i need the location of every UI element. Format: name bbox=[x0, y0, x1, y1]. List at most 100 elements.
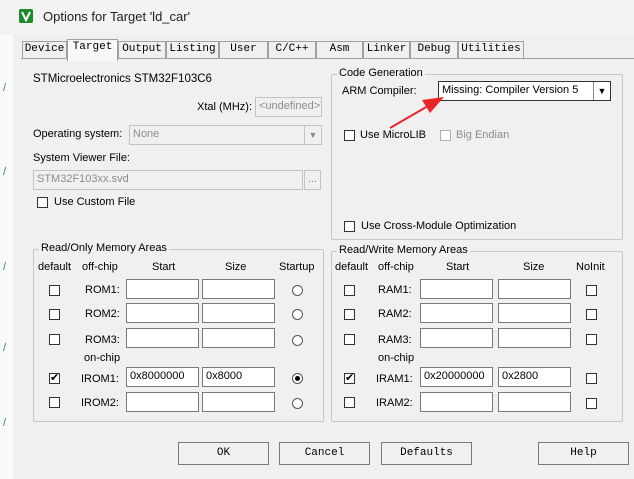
tab-label: Utilities bbox=[461, 43, 521, 55]
irom2-start-field[interactable] bbox=[126, 392, 199, 412]
irom1-startup-radio[interactable] bbox=[292, 373, 303, 384]
rom3-label: ROM3: bbox=[85, 334, 120, 346]
chevron-down-icon: ▼ bbox=[304, 126, 321, 144]
xtal-field[interactable]: <undefined> bbox=[255, 97, 322, 117]
svd-label: System Viewer File: bbox=[33, 152, 130, 164]
rom2-default-checkbox[interactable] bbox=[49, 309, 60, 320]
irom2-label: IROM2: bbox=[81, 397, 119, 409]
browse-button[interactable]: ... bbox=[304, 170, 321, 190]
ram2-label: RAM2: bbox=[378, 308, 412, 320]
irom1-default-checkbox[interactable] bbox=[49, 371, 60, 384]
ram1-default-checkbox[interactable] bbox=[344, 285, 355, 296]
ram1-size-field[interactable] bbox=[498, 279, 571, 299]
irom2-startup-radio[interactable] bbox=[292, 398, 303, 409]
ram1-start-field[interactable] bbox=[420, 279, 493, 299]
ram-header-size: Size bbox=[523, 261, 545, 273]
tab-user[interactable]: User bbox=[219, 41, 268, 59]
iram2-label: IRAM2: bbox=[376, 397, 413, 409]
rom1-default-checkbox[interactable] bbox=[49, 285, 60, 296]
iram2-default-checkbox[interactable] bbox=[344, 397, 355, 408]
group-title: Code Generation bbox=[337, 67, 425, 79]
iram2-noinit-checkbox[interactable] bbox=[586, 398, 597, 409]
ram-header-default: default bbox=[335, 261, 369, 273]
ram3-default-checkbox[interactable] bbox=[344, 334, 355, 345]
compiler-select[interactable]: Missing: Compiler Version 5 ▼ bbox=[438, 81, 611, 101]
ram3-start-field[interactable] bbox=[420, 328, 493, 348]
use-custom-file-checkbox[interactable] bbox=[37, 197, 48, 208]
group-title: Read/Only Memory Areas bbox=[39, 242, 169, 254]
rom3-startup-radio[interactable] bbox=[292, 335, 303, 346]
tab-label: Target bbox=[72, 41, 113, 53]
ram3-size-field[interactable] bbox=[498, 328, 571, 348]
ram2-size-field[interactable] bbox=[498, 303, 571, 323]
title-bar: Options for Target 'ld_car' bbox=[0, 0, 634, 34]
ram-header-noinit: NoInit bbox=[576, 261, 605, 273]
irom1-start-field[interactable]: 0x8000000 bbox=[126, 367, 199, 387]
irom1-label: IROM1: bbox=[81, 373, 119, 385]
rom3-size-field[interactable] bbox=[202, 328, 275, 348]
tab-label: Asm bbox=[329, 43, 350, 55]
rom2-size-field[interactable] bbox=[202, 303, 275, 323]
tab-target[interactable]: Target bbox=[67, 39, 118, 61]
big-endian-checkbox[interactable] bbox=[440, 130, 451, 141]
iram1-label: IRAM1: bbox=[376, 373, 413, 385]
rom2-label: ROM2: bbox=[85, 308, 120, 320]
irom2-default-checkbox[interactable] bbox=[49, 397, 60, 408]
rom3-start-field[interactable] bbox=[126, 328, 199, 348]
tab-debug[interactable]: Debug bbox=[410, 41, 458, 59]
cross-module-checkbox[interactable] bbox=[344, 221, 355, 232]
app-icon bbox=[19, 9, 33, 23]
ram1-noinit-checkbox[interactable] bbox=[586, 285, 597, 296]
tab-output[interactable]: Output bbox=[118, 41, 166, 59]
ram2-start-field[interactable] bbox=[420, 303, 493, 323]
compiler-value: Missing: Compiler Version 5 bbox=[442, 84, 579, 96]
tab-label: Output bbox=[122, 43, 162, 55]
tab-linker[interactable]: Linker bbox=[363, 41, 410, 59]
rom3-default-checkbox[interactable] bbox=[49, 334, 60, 345]
cancel-button[interactable]: Cancel bbox=[279, 442, 370, 465]
ram2-noinit-checkbox[interactable] bbox=[586, 309, 597, 320]
iram1-default-checkbox[interactable] bbox=[344, 371, 355, 384]
rom-header-offchip: off-chip bbox=[82, 261, 118, 273]
defaults-button[interactable]: Defaults bbox=[381, 442, 472, 465]
annotation-arrow-icon bbox=[389, 97, 444, 129]
rom1-label: ROM1: bbox=[85, 284, 120, 296]
ram3-noinit-checkbox[interactable] bbox=[586, 334, 597, 345]
ram2-default-checkbox[interactable] bbox=[344, 309, 355, 320]
iram1-start-field[interactable]: 0x20000000 bbox=[420, 367, 493, 387]
rom1-startup-radio[interactable] bbox=[292, 285, 303, 296]
rom-onchip-label: on-chip bbox=[84, 352, 121, 364]
tab-utilities[interactable]: Utilities bbox=[458, 41, 524, 59]
iram2-start-field[interactable] bbox=[420, 392, 493, 412]
os-select[interactable]: None ▼ bbox=[129, 125, 322, 145]
tab-label: Debug bbox=[417, 43, 451, 55]
help-button[interactable]: Help bbox=[538, 442, 629, 465]
tab-asm[interactable]: Asm bbox=[316, 41, 363, 59]
tab-device[interactable]: Device bbox=[22, 41, 67, 59]
gutter-mark: / bbox=[3, 261, 7, 273]
gutter-mark: / bbox=[3, 417, 7, 429]
iram1-noinit-checkbox[interactable] bbox=[586, 373, 597, 384]
irom2-size-field[interactable] bbox=[202, 392, 275, 412]
window-title: Options for Target 'ld_car' bbox=[43, 9, 191, 24]
rom1-start-field[interactable] bbox=[126, 279, 199, 299]
ok-button[interactable]: OK bbox=[178, 442, 269, 465]
gutter-mark: / bbox=[3, 166, 7, 178]
irom1-size-field[interactable]: 0x8000 bbox=[202, 367, 275, 387]
tab-label: C/C++ bbox=[275, 43, 309, 55]
iram1-size-field[interactable]: 0x2800 bbox=[498, 367, 571, 387]
use-microlib-checkbox[interactable] bbox=[344, 130, 355, 141]
ram-header-start: Start bbox=[446, 261, 470, 273]
svd-field[interactable]: STM32F103xx.svd bbox=[33, 170, 303, 190]
tab-listing[interactable]: Listing bbox=[166, 41, 219, 59]
iram2-size-field[interactable] bbox=[498, 392, 571, 412]
tab-label: User bbox=[230, 43, 257, 55]
rom2-startup-radio[interactable] bbox=[292, 309, 303, 320]
big-endian-label: Big Endian bbox=[456, 129, 510, 141]
editor-gutter-strip: / / / / / bbox=[0, 34, 13, 479]
ram3-label: RAM3: bbox=[378, 334, 412, 346]
rom2-start-field[interactable] bbox=[126, 303, 199, 323]
rom1-size-field[interactable] bbox=[202, 279, 275, 299]
tab-cpp[interactable]: C/C++ bbox=[268, 41, 316, 59]
rom-header-start: Start bbox=[152, 261, 176, 273]
